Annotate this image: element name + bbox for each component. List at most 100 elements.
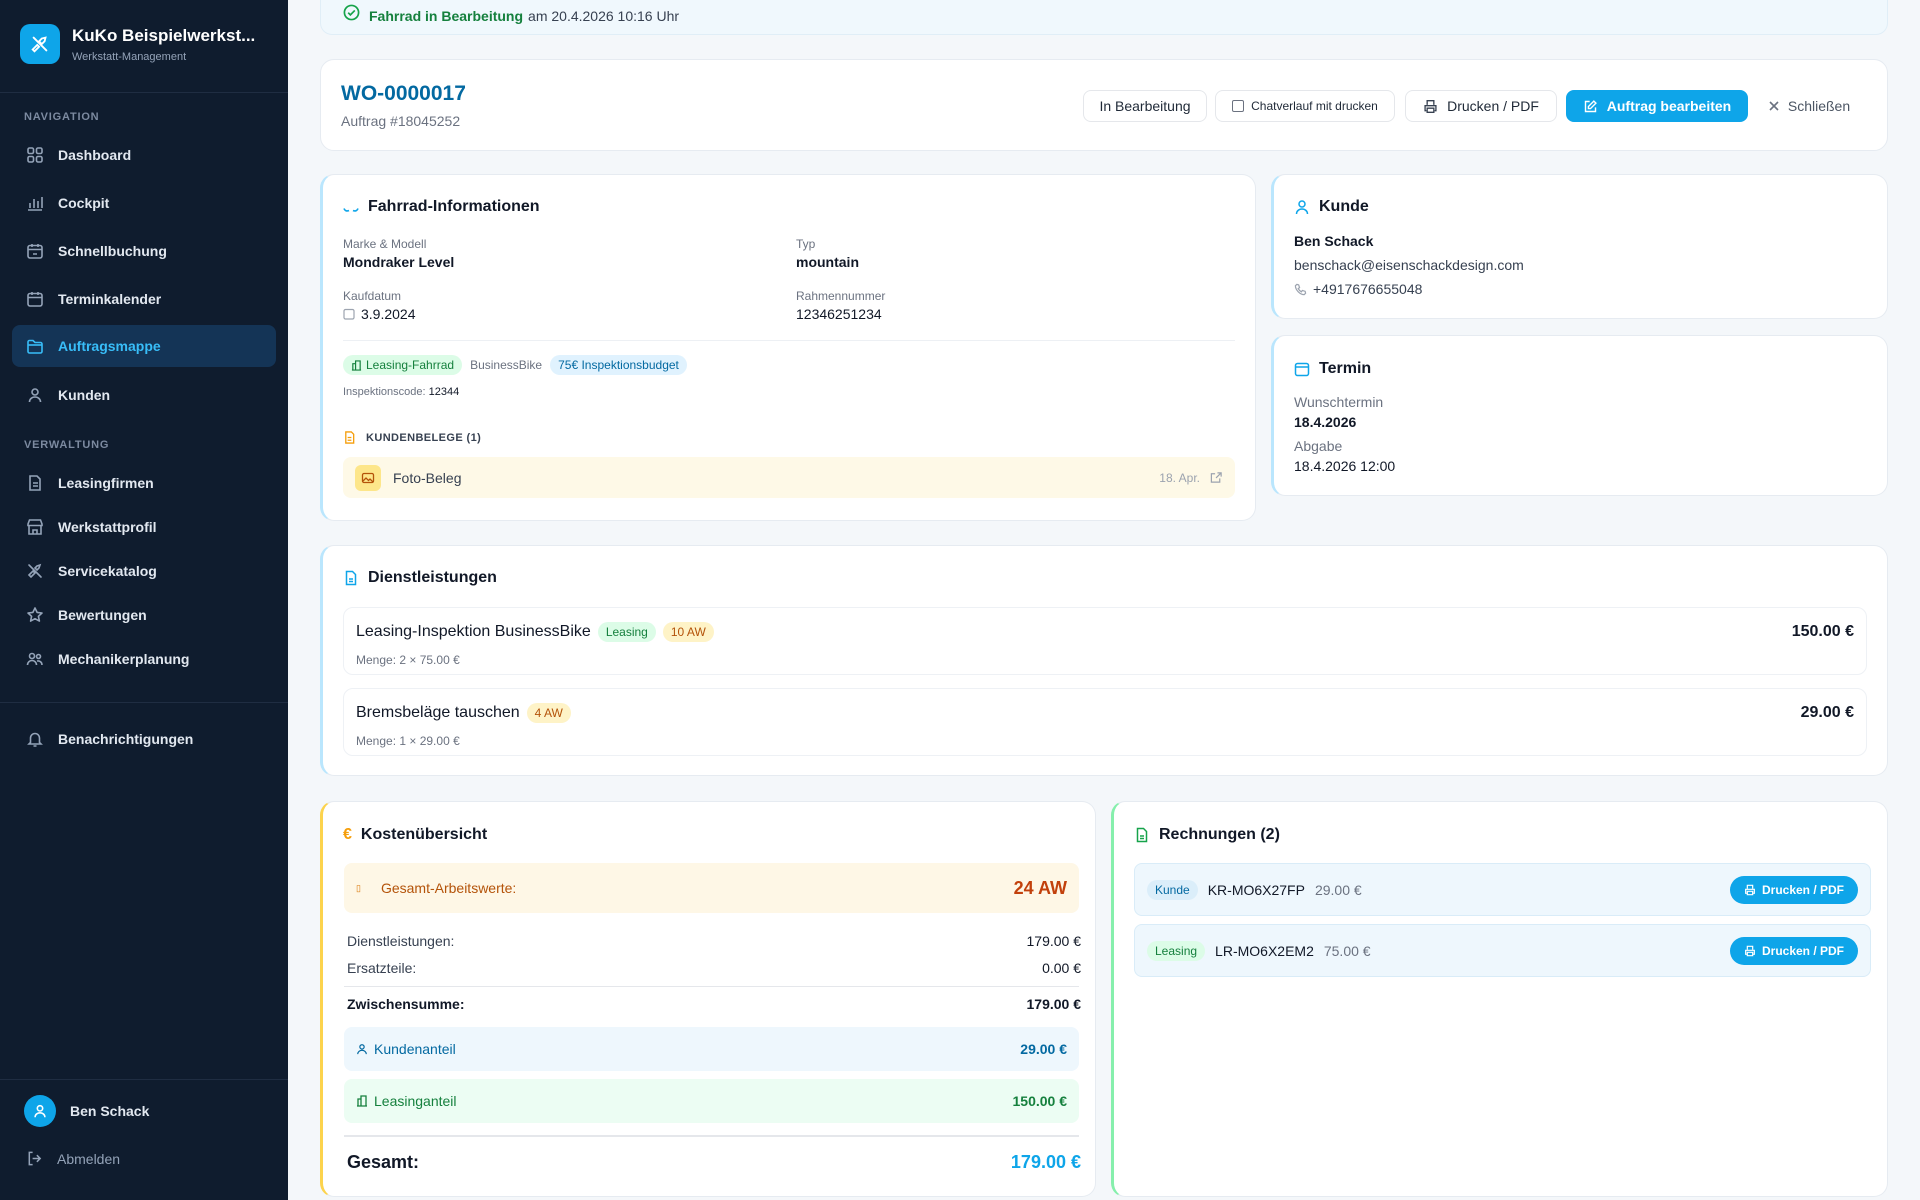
budget-badge: 75€ Inspektionsbudget (550, 355, 687, 375)
sidebar-item-kunden[interactable]: Kunden (12, 374, 276, 416)
cost-total: Gesamt: 179.00 € (347, 1152, 1081, 1173)
edit-order-button[interactable]: Auftrag bearbeiten (1566, 90, 1748, 122)
cost-label: Zwischensumme: (347, 996, 465, 1012)
divider (344, 986, 1079, 987)
edit-icon (1584, 99, 1597, 112)
sidebar-item-servicekatalog[interactable]: Servicekatalog (12, 550, 276, 592)
nav-heading: NAVIGATION (24, 111, 100, 123)
service-item: Bremsbeläge tauschen 4 AW Menge: 1 × 29.… (343, 688, 1867, 756)
inspection-code: Inspektionscode: 12344 (343, 386, 459, 398)
sidebar-item-cockpit[interactable]: Cockpit (12, 182, 276, 224)
wish-value: 18.4.2026 (1294, 414, 1357, 430)
sidebar-item-mechanikerplanung[interactable]: Mechanikerplanung (12, 638, 276, 680)
customer-email[interactable]: benschack@eisenschackdesign.com (1294, 257, 1524, 273)
bike-info-card: Fahrrad-Informationen Marke & Modell Mon… (320, 174, 1256, 521)
building-icon (351, 359, 362, 371)
invoice-row: Leasing LR-MO6X2EM2 75.00 € Drucken / PD… (1134, 924, 1871, 977)
appointment-title-text: Termin (1319, 360, 1372, 377)
brand-value: Mondraker Level (343, 254, 455, 270)
order-subtitle: Auftrag #18045252 (341, 113, 461, 129)
invoice-print-button[interactable]: Drucken / PDF (1730, 876, 1858, 904)
type-label: Typ (796, 237, 816, 251)
inspection-value: 12344 (428, 386, 460, 398)
frame-label: Rahmennummer (796, 289, 886, 303)
service-qty: Menge: 1 × 29.00 € (356, 734, 460, 748)
cost-label: Dienstleistungen: (347, 933, 455, 949)
customer-title: Kunde (1294, 198, 1369, 216)
sidebar-item-schnellbuchung[interactable]: Schnellbuchung (12, 230, 276, 272)
service-aw-badge: 10 AW (662, 622, 714, 642)
leasing-badge-label: Leasing-Fahrrad (366, 358, 455, 372)
service-item: Leasing-Inspektion BusinessBike Leasing … (343, 607, 1867, 675)
print-label: Drucken / PDF (1447, 98, 1539, 114)
total-value: 179.00 € (1010, 1152, 1081, 1172)
cost-value: 179.00 € (1026, 933, 1082, 949)
close-button[interactable]: Schließen (1759, 90, 1859, 122)
drop-label: Abgabe (1294, 438, 1343, 454)
status-banner-bold: Fahrrad in Bearbeitung (369, 7, 524, 24)
cost-row-subtotal: Zwischensumme: 179.00 € (347, 996, 1081, 1012)
image-icon (355, 464, 381, 491)
customer-share: Kundenanteil 29.00 € (344, 1027, 1079, 1071)
logout-button[interactable]: Abmelden (26, 1150, 120, 1167)
sidebar-item-label: Leasingfirmen (58, 475, 154, 491)
sidebar-item-benachrichtigungen[interactable]: Benachrichtigungen (12, 718, 276, 760)
invoice-print-label: Drucken / PDF (1761, 883, 1845, 897)
order-header: WO-0000017 Auftrag #18045252 In Bearbeit… (320, 59, 1888, 151)
invoices-title: Rechnungen (2) (1134, 826, 1280, 844)
services-title: Dienstleistungen (343, 569, 497, 587)
sidebar: KuKo Beispielwerkst... Werkstatt-Managem… (0, 0, 288, 1200)
building-icon (357, 1095, 367, 1107)
drop-value: 18.4.2026 12:00 (1294, 458, 1396, 474)
sidebar-item-werkstattprofil[interactable]: Werkstattprofil (12, 506, 276, 548)
document-item[interactable]: Foto-Beleg 18. Apr. (343, 457, 1235, 498)
documents-title: KUNDENBELEGE (1) (366, 431, 482, 444)
print-chat-label: Chatverlauf mit drucken (1251, 99, 1378, 113)
sidebar-item-label: Schnellbuchung (58, 243, 167, 259)
edit-label: Auftrag bearbeiten (1606, 98, 1732, 114)
checkbox[interactable] (1232, 100, 1245, 112)
divider (344, 1135, 1079, 1137)
check-circle-icon (343, 4, 360, 21)
invoice-tag: Kunde (1147, 879, 1198, 900)
bar-chart-icon (28, 197, 43, 211)
customer-phone[interactable]: +4917676655048 (1294, 281, 1422, 297)
printer-icon (1745, 945, 1755, 957)
invoice-print-button[interactable]: Drucken / PDF (1730, 937, 1858, 965)
print-chat-checkbox[interactable]: Chatverlauf mit drucken (1215, 90, 1395, 122)
printer-icon (1424, 99, 1437, 113)
file-icon (29, 475, 41, 491)
aw-label: Gesamt-Arbeitswerte: (380, 880, 517, 896)
brand[interactable]: KuKo Beispielwerkst... Werkstatt-Managem… (20, 24, 255, 64)
leasing-share-label: Leasinganteil (374, 1093, 457, 1109)
sidebar-item-leasingfirmen[interactable]: Leasingfirmen (12, 462, 276, 504)
sidebar-item-label: Terminkalender (58, 291, 162, 307)
invoice-row: Kunde KR-MO6X27FP 29.00 € Drucken / PDF (1134, 863, 1871, 916)
leasing-share-value: 150.00 € (1012, 1093, 1068, 1109)
user-icon (357, 1044, 367, 1055)
sidebar-item-terminkalender[interactable]: Terminkalender (12, 278, 276, 320)
divider (0, 1079, 288, 1080)
external-link-icon[interactable] (1210, 471, 1223, 484)
cost-value: 179.00 € (1026, 996, 1082, 1012)
sidebar-item-bewertungen[interactable]: Bewertungen (12, 594, 276, 636)
type-value: mountain (796, 254, 859, 270)
status-badge[interactable]: In Bearbeitung (1083, 90, 1207, 122)
bell-icon (27, 732, 43, 747)
divider (0, 702, 288, 703)
print-button[interactable]: Drucken / PDF (1405, 90, 1557, 122)
cost-overview-card: € Kostenübersicht ▯ Gesamt-Arbeitswerte:… (320, 801, 1096, 1197)
customer-share-value: 29.00 € (1020, 1041, 1067, 1057)
appointment-card: Termin Wunschtermin 18.4.2026 Abgabe 18.… (1271, 335, 1888, 496)
sidebar-item-dashboard[interactable]: Dashboard (12, 134, 276, 176)
customer-phone-value: +4917676655048 (1313, 281, 1423, 297)
sidebar-item-auftragsmappe[interactable]: Auftragsmappe (12, 325, 276, 367)
service-price: 29.00 € (1800, 704, 1854, 721)
sidebar-item-label: Auftragsmappe (58, 338, 161, 354)
document-icon (345, 570, 357, 586)
user-profile[interactable]: Ben Schack (24, 1095, 149, 1127)
star-icon (27, 607, 43, 622)
documents-heading: KUNDENBELEGE (1) (343, 431, 481, 444)
leasing-share: Leasinganteil 150.00 € (344, 1079, 1079, 1123)
document-icon (345, 431, 355, 444)
